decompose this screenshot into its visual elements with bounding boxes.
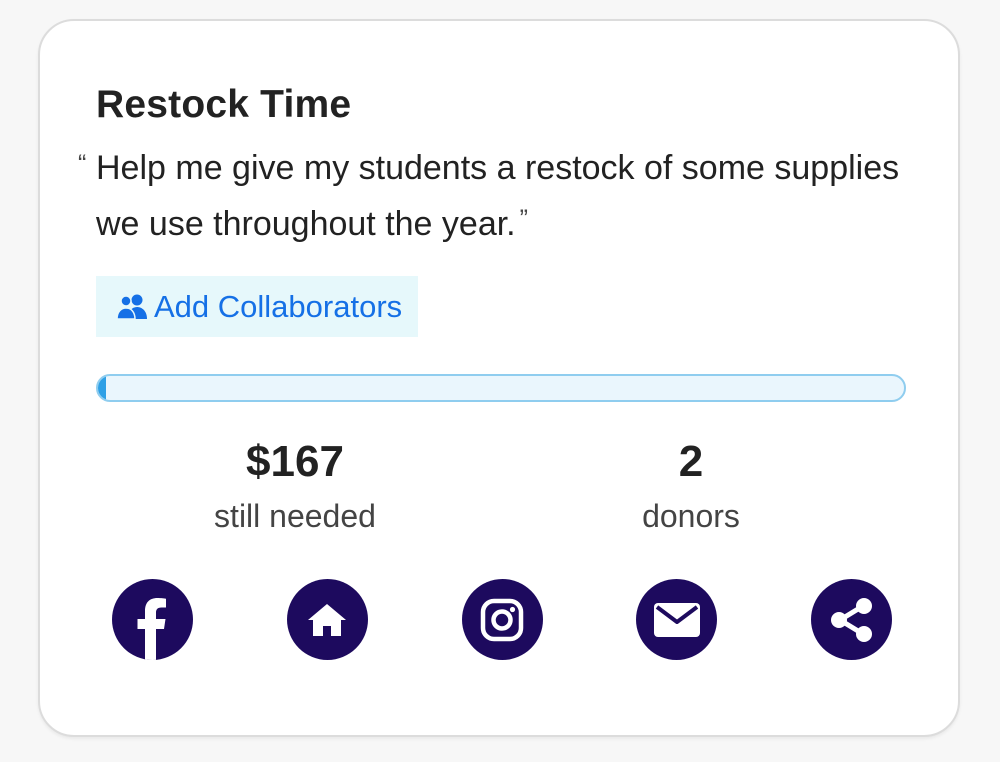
project-quote: “ Help me give my students a restock of s… bbox=[78, 143, 916, 250]
email-share-button[interactable] bbox=[636, 579, 718, 660]
share-button[interactable] bbox=[811, 579, 892, 660]
nextdoor-share-button[interactable] bbox=[286, 579, 368, 660]
email-icon bbox=[653, 602, 700, 637]
facebook-share-button[interactable] bbox=[112, 579, 193, 660]
nextdoor-icon bbox=[307, 603, 347, 637]
instagram-share-button[interactable] bbox=[461, 579, 543, 660]
add-collaborators-label: Add Collaborators bbox=[154, 288, 403, 324]
quote-close-mark: ” bbox=[519, 205, 528, 233]
share-icon bbox=[828, 596, 876, 644]
add-collaborators-button[interactable]: Add Collaborators bbox=[96, 276, 419, 337]
share-buttons bbox=[112, 579, 892, 660]
facebook-icon bbox=[112, 579, 193, 660]
project-title: Restock Time bbox=[96, 83, 352, 126]
users-icon bbox=[116, 293, 148, 321]
still-needed-amount: $167 bbox=[246, 437, 344, 486]
funding-progress-fill bbox=[98, 376, 107, 400]
funding-progress-bar bbox=[96, 374, 906, 402]
project-card: Restock Time “ Help me give my students a… bbox=[38, 19, 960, 737]
still-needed-stat: $167 still needed bbox=[145, 433, 445, 541]
instagram-icon bbox=[479, 597, 525, 643]
donors-stat: 2 donors bbox=[541, 433, 841, 541]
quote-text: Help me give my students a restock of so… bbox=[96, 149, 900, 243]
still-needed-label: still needed bbox=[214, 498, 376, 534]
donors-label: donors bbox=[642, 498, 740, 534]
donors-count: 2 bbox=[678, 437, 704, 486]
quote-open-mark: “ bbox=[78, 150, 87, 178]
